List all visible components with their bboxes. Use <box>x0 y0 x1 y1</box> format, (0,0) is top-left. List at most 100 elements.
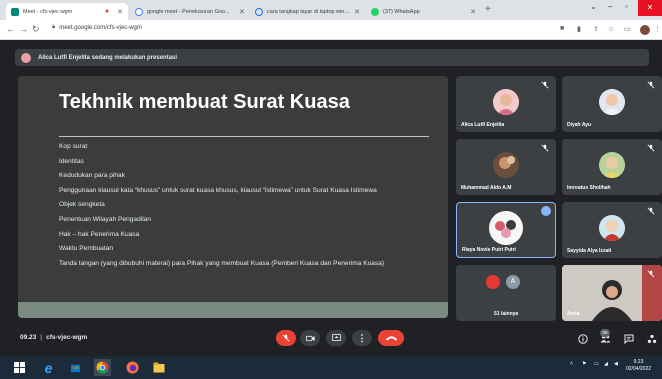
present-screen-button[interactable] <box>326 330 346 346</box>
more-vert-icon: ⋮ <box>357 332 367 343</box>
tab-search-icon[interactable]: ⌄ <box>590 2 597 11</box>
firefox-icon <box>126 361 139 374</box>
presenter-notice-bar: Alica Lutfi Enjelita sedang melakukan pr… <box>15 49 649 66</box>
browser-toolbar: ← → ↻ 🔒︎ meet.google.com/cfs-vjec-wgm ■ … <box>0 20 662 40</box>
participant-name: Alica Lutfi Enjelita <box>461 122 505 128</box>
meet-controls-bar: 09.23 | cfs-vjec-wgm ⋮ <box>0 326 662 352</box>
clock-time: 9.23 <box>633 359 644 365</box>
mic-off-icon <box>647 270 655 278</box>
edge-icon: e <box>44 359 53 376</box>
clock-date: 02/04/2022 <box>626 366 652 372</box>
participant-tile[interactable]: Diyah Ayu <box>562 76 662 132</box>
loading-favicon-icon <box>255 7 263 16</box>
whatsapp-favicon-icon <box>371 7 379 16</box>
tray-battery-icon[interactable]: ▭ <box>594 361 599 367</box>
taskbar-store[interactable] <box>67 359 84 376</box>
more-options-button[interactable]: ⋮ <box>352 330 372 346</box>
chat-button[interactable] <box>622 332 635 345</box>
close-tab-icon[interactable]: ✕ <box>470 8 476 16</box>
mic-toggle-button[interactable] <box>276 330 296 346</box>
new-tab-button[interactable]: + <box>485 4 491 15</box>
meet-favicon-icon <box>11 7 19 16</box>
participant-tile[interactable]: Alica Lutfi Enjelita <box>456 76 556 132</box>
tab-google-search[interactable]: google meet - Penelusuran Goo... ✕ <box>130 3 250 20</box>
participant-name: Muhammad Aldo A.M <box>461 185 512 191</box>
participant-tile[interactable]: Sayyida Alya Izzati <box>562 202 662 258</box>
mic-in-use-icon[interactable]: ▮ <box>577 25 581 33</box>
meeting-details-button[interactable] <box>576 332 589 345</box>
minimize-icon[interactable]: – <box>608 2 612 11</box>
forward-icon[interactable]: → <box>19 24 28 34</box>
camera-in-use-icon[interactable]: ■ <box>560 25 564 32</box>
presenter-notice-text: Alica Lutfi Enjelita sedang melakukan pr… <box>38 54 178 61</box>
slide: Tekhnik membuat Surat Kuasa Kop surat Id… <box>18 76 448 302</box>
participant-tile[interactable]: Muhammad Aldo A.M <box>456 139 556 195</box>
present-screen-icon <box>331 334 341 341</box>
participant-photo <box>493 151 519 178</box>
maximize-icon[interactable]: ▫ <box>625 2 628 11</box>
camera-toggle-button[interactable] <box>300 330 320 346</box>
close-window-icon[interactable]: ✕ <box>638 0 662 16</box>
speaking-indicator-icon <box>541 206 551 216</box>
chat-icon <box>624 334 633 344</box>
taskbar-clock[interactable]: 9.23 02/04/2022 <box>626 359 651 373</box>
tray-wifi-icon[interactable]: ◢ <box>604 361 608 367</box>
slide-bullet: Tanda tangan (yang dibubuhi materai) par… <box>59 259 385 267</box>
activities-icon <box>647 334 656 343</box>
slide-footer-band <box>18 302 448 318</box>
share-icon[interactable]: ⇪ <box>593 25 599 33</box>
profile-avatar[interactable] <box>640 25 650 35</box>
tab-label: cara tangkap layar di laptop win... <box>267 8 349 15</box>
windows-start-button[interactable] <box>11 359 28 376</box>
mic-off-icon <box>282 334 290 342</box>
tab-screenshot-search[interactable]: cara tangkap layar di laptop win... ✕ <box>250 3 365 20</box>
tab-label: (37) WhatsApp <box>383 8 420 15</box>
windows-taskbar: e ˄ ⚑ ▭ ◢ ◀ 9.23 02/04/2022 <box>0 356 662 379</box>
taskbar-edge[interactable]: e <box>40 359 57 376</box>
participant-tile-active-speaker[interactable]: Riaya Novie Putri Putri <box>456 202 556 258</box>
leave-call-button[interactable] <box>378 330 404 346</box>
taskbar-file-explorer[interactable] <box>150 359 167 376</box>
tray-volume-icon[interactable]: ◀ <box>614 361 618 367</box>
participant-mini-avatar: A <box>506 275 520 289</box>
more-menu-icon[interactable]: ⋮ <box>654 25 661 33</box>
participant-photo <box>489 210 523 245</box>
back-icon[interactable]: ← <box>6 24 15 34</box>
tab-panel-icon[interactable]: ▭ <box>624 25 631 33</box>
store-icon <box>70 364 81 373</box>
slide-bullet: Waktu Pembuatan <box>59 245 113 253</box>
address-bar[interactable]: 🔒︎ meet.google.com/cfs-vjec-wgm <box>52 24 142 31</box>
browser-tab-strip: Meet - cfs-vjec-wgm ● ✕ google meet - Pe… <box>0 0 662 20</box>
participant-tile[interactable]: Imroatus Sholihah <box>562 139 662 195</box>
tray-flag-icon[interactable]: ⚑ <box>582 361 586 367</box>
others-count-label: 51 lainnya <box>494 311 519 317</box>
presentation-screen: Tekhnik membuat Surat Kuasa Kop surat Id… <box>18 76 448 318</box>
tray-chevron-icon[interactable]: ˄ <box>570 361 573 367</box>
participant-photo <box>493 88 519 115</box>
reload-icon[interactable]: ↻ <box>32 24 40 35</box>
activities-button[interactable] <box>645 332 658 345</box>
slide-divider <box>59 136 429 137</box>
others-tile[interactable]: A 51 lainnya <box>456 265 556 321</box>
end-call-icon <box>385 336 397 341</box>
camera-icon <box>305 335 315 341</box>
tab-whatsapp[interactable]: (37) WhatsApp ✕ <box>366 3 481 20</box>
participant-photo <box>599 151 625 178</box>
tab-meet[interactable]: Meet - cfs-vjec-wgm ● ✕ <box>6 3 128 20</box>
chrome-icon <box>96 361 109 374</box>
mic-off-icon <box>541 144 549 152</box>
close-tab-icon[interactable]: ✕ <box>239 8 245 16</box>
mic-off-icon <box>647 81 655 89</box>
close-tab-icon[interactable]: ✕ <box>117 8 123 16</box>
taskbar-chrome[interactable] <box>94 359 111 376</box>
self-view-tile[interactable]: Anda <box>562 265 662 321</box>
folder-icon <box>153 362 164 373</box>
mic-off-icon <box>647 144 655 152</box>
taskbar-firefox[interactable] <box>124 359 141 376</box>
close-tab-icon[interactable]: ✕ <box>354 8 360 16</box>
meeting-info: 09.23 | cfs-vjec-wgm <box>20 334 88 341</box>
screen: Meet - cfs-vjec-wgm ● ✕ google meet - Pe… <box>0 0 662 379</box>
participant-name: Sayyida Alya Izzati <box>567 248 612 254</box>
bookmark-star-icon[interactable]: ☆ <box>608 25 614 33</box>
meet-stage: Alica Lutfi Enjelita sedang melakukan pr… <box>0 41 662 351</box>
